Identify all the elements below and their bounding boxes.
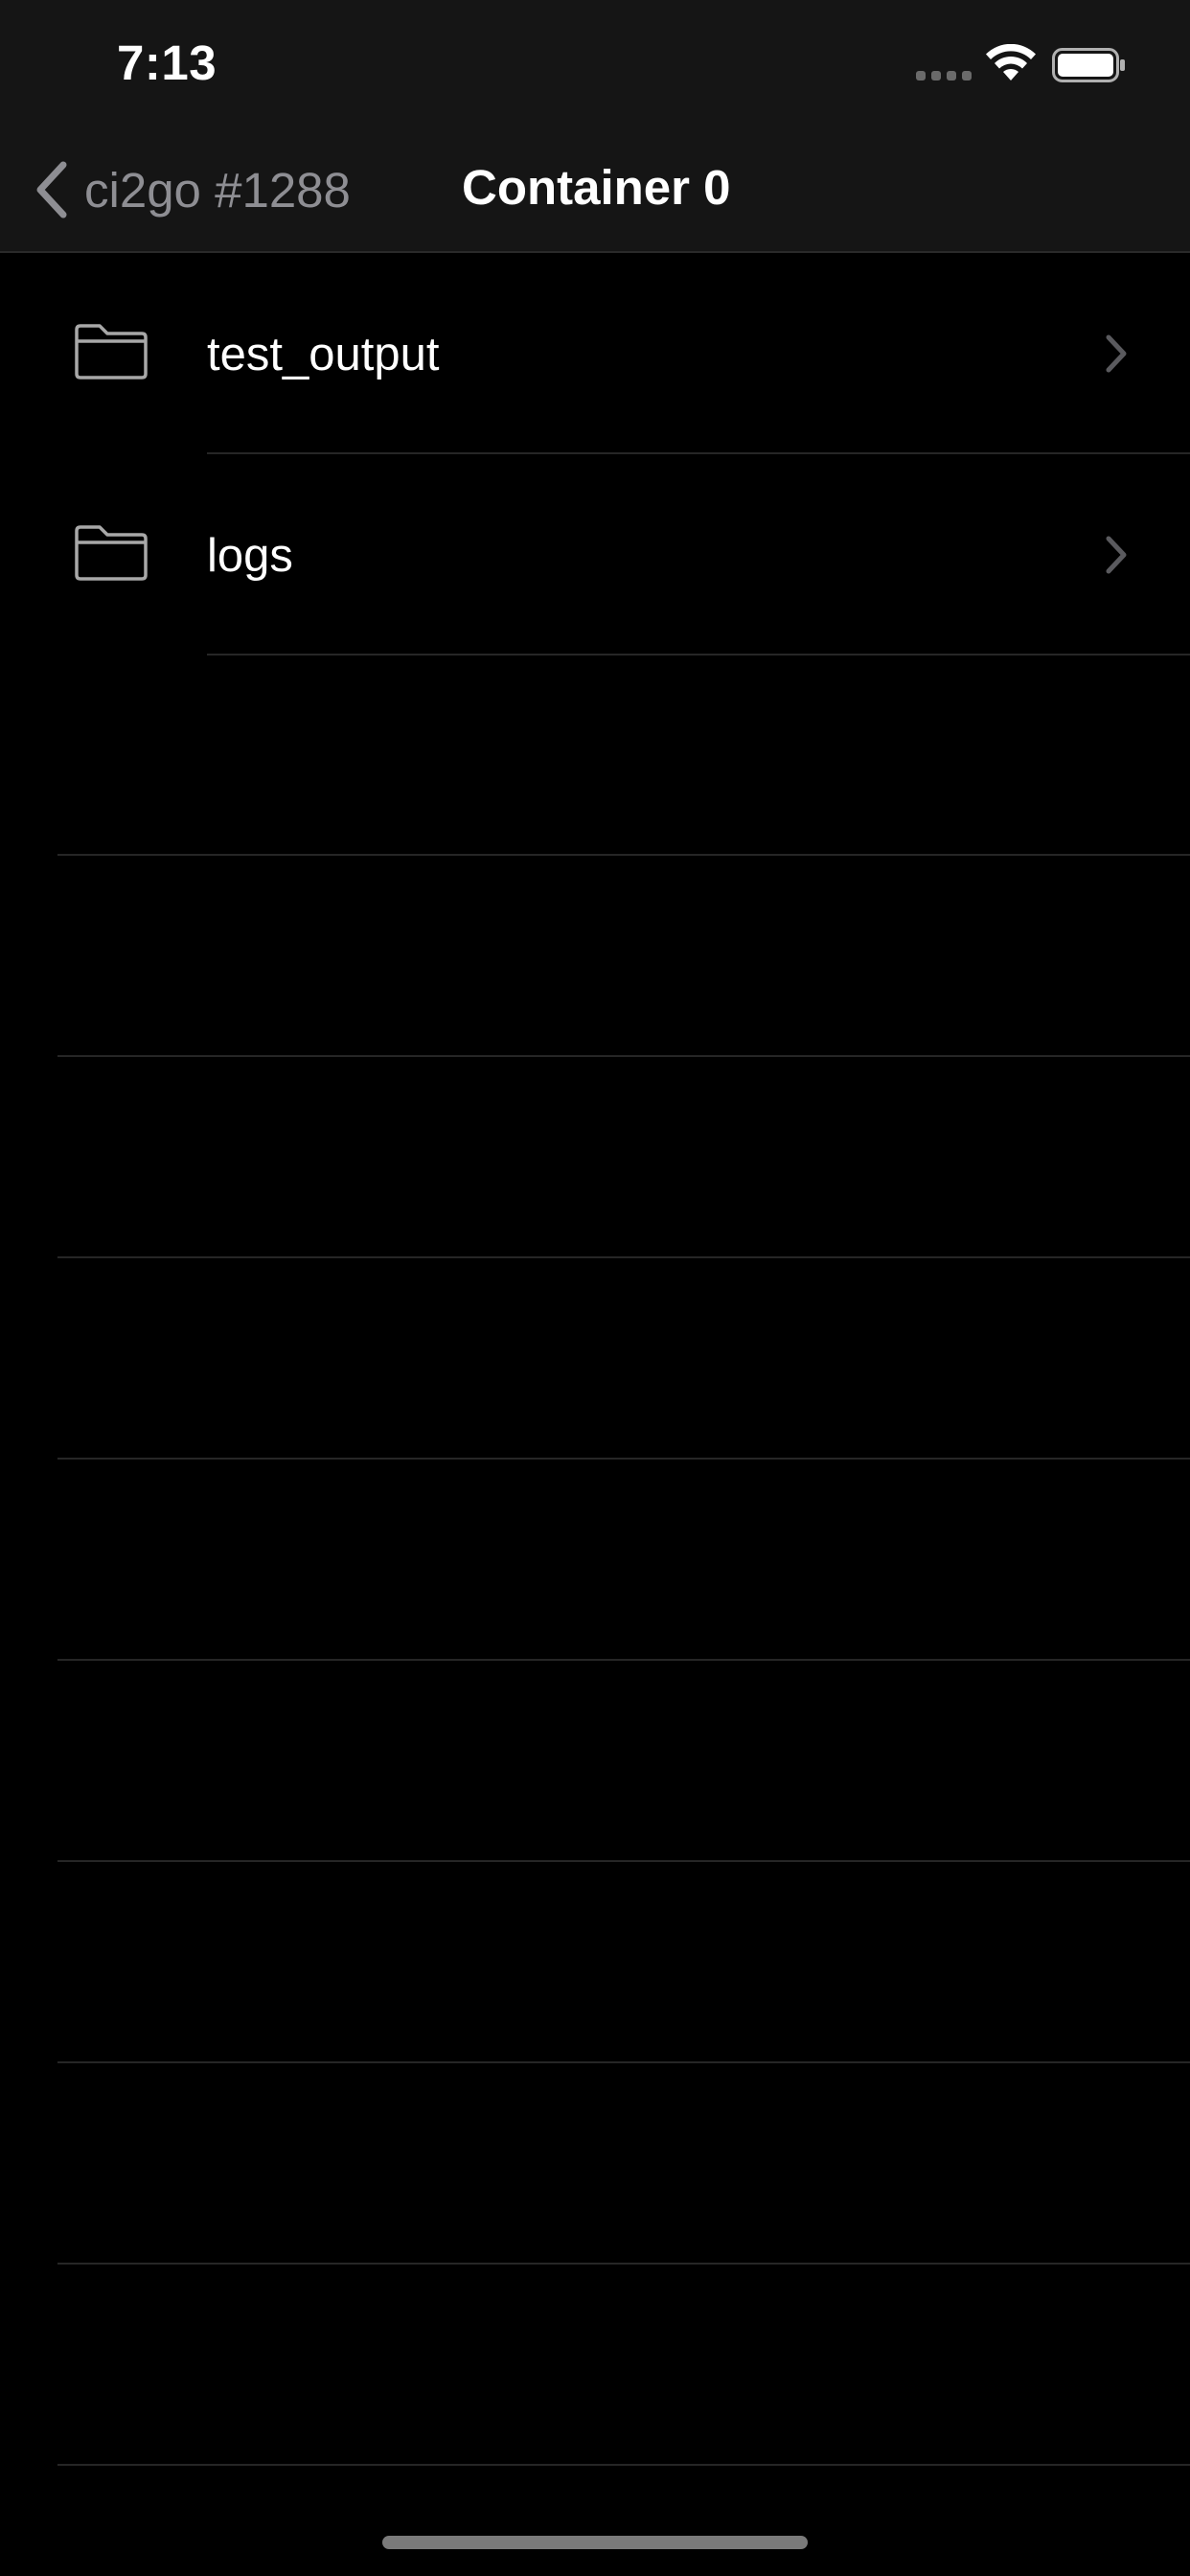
navigation-bar: 7:13 ci2go #1288 Container 0 — [0, 0, 1190, 253]
chevron-right-icon — [1106, 536, 1127, 574]
list-item-logs[interactable]: logs — [0, 454, 1190, 656]
empty-row-separator — [57, 1055, 1190, 1057]
empty-row-separator — [57, 2263, 1190, 2265]
back-button[interactable]: ci2go #1288 — [33, 153, 351, 226]
empty-row-separator — [57, 1256, 1190, 1258]
empty-row-separator — [57, 2464, 1190, 2466]
list-item-label: test_output — [207, 329, 440, 380]
list-item-test-output[interactable]: test_output — [0, 253, 1190, 454]
cellular-signal-icon — [916, 71, 972, 80]
empty-row-separator — [57, 854, 1190, 856]
folder-list: test_output logs — [0, 253, 1190, 656]
back-button-label: ci2go #1288 — [84, 162, 351, 218]
empty-row-separator — [57, 1860, 1190, 1862]
empty-row-separator — [57, 1659, 1190, 1661]
folder-icon — [75, 525, 148, 581]
home-indicator[interactable] — [382, 2536, 808, 2549]
chevron-left-icon — [36, 161, 67, 218]
status-time: 7:13 — [117, 35, 217, 90]
empty-row-separator — [57, 1458, 1190, 1460]
row-separator — [207, 654, 1190, 656]
list-item-label: logs — [207, 530, 293, 582]
chevron-right-icon — [1106, 334, 1127, 373]
wifi-icon — [986, 44, 1036, 80]
empty-row-separator — [57, 2061, 1190, 2063]
folder-icon — [75, 324, 148, 380]
battery-icon — [1052, 48, 1125, 82]
